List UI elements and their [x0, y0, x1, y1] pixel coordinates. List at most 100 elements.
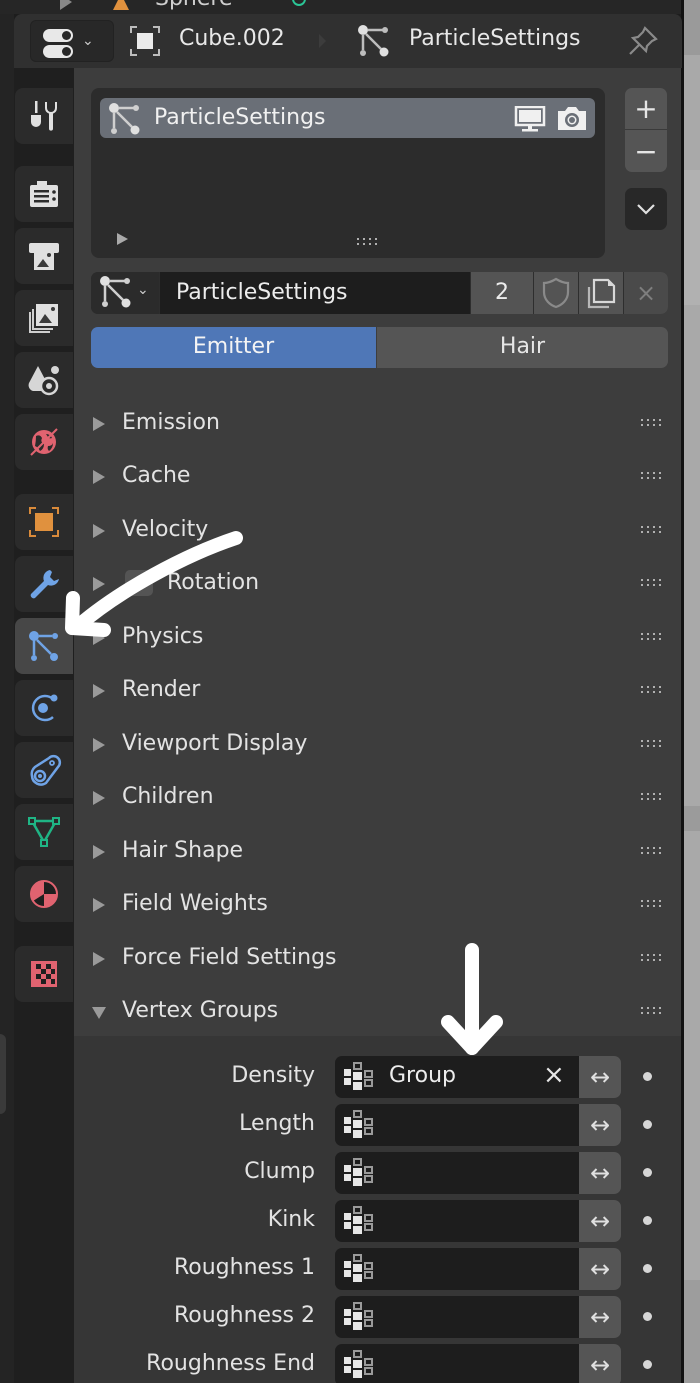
clear-vertex-group-button[interactable]: ×	[543, 1060, 565, 1090]
rotation-enable-checkbox[interactable]	[125, 570, 153, 596]
animate-property-dot[interactable]	[643, 1264, 652, 1273]
unlink-button[interactable]: ×	[624, 272, 668, 314]
particle-settings-name-field[interactable]: ParticleSettings	[160, 272, 470, 314]
panel-hair-shape[interactable]: Hair Shape	[74, 825, 681, 878]
list-item[interactable]: ParticleSettings	[100, 98, 595, 138]
panel-field-weights[interactable]: Field Weights	[74, 878, 681, 931]
tab-constraints[interactable]	[15, 742, 73, 798]
vertex-group-field[interactable]	[335, 1200, 579, 1242]
animate-property-dot[interactable]	[643, 1216, 652, 1225]
animate-property-dot[interactable]	[643, 1120, 652, 1129]
tab-modifiers[interactable]	[15, 556, 73, 612]
type-emitter-button[interactable]: Emitter	[91, 327, 376, 368]
invert-toggle-button[interactable]: ↔	[579, 1296, 621, 1338]
tab-object[interactable]	[15, 494, 73, 550]
expand-filter-icon[interactable]	[117, 233, 128, 245]
panel-force-field-settings[interactable]: Force Field Settings	[74, 932, 681, 985]
panel-label: Viewport Display	[122, 731, 308, 756]
drag-handle-icon[interactable]	[641, 686, 662, 693]
invert-toggle-button[interactable]: ↔	[579, 1200, 621, 1242]
tab-world[interactable]	[15, 414, 73, 470]
shield-icon	[542, 277, 570, 309]
panel-rotation[interactable]: Rotation	[74, 557, 681, 610]
drag-handle-icon[interactable]	[641, 633, 662, 640]
remove-particle-system-button[interactable]: −	[625, 130, 667, 172]
particles-icon	[108, 102, 142, 140]
animate-property-dot[interactable]	[643, 1360, 652, 1369]
breadcrumb-separator-icon	[319, 34, 326, 48]
view-layer-icon	[29, 304, 58, 333]
panel-label: Vertex Groups	[122, 998, 279, 1023]
fake-user-button[interactable]	[534, 272, 578, 314]
vertex-group-row: Roughness 2 ↔	[74, 1296, 681, 1340]
monitor-icon[interactable]	[514, 105, 546, 132]
constraints-icon	[30, 754, 62, 786]
tab-data[interactable]	[15, 804, 73, 860]
area-divider[interactable]	[681, 0, 684, 1383]
outliner-item-label[interactable]: Sphere	[155, 0, 233, 11]
invert-toggle-button[interactable]: ↔	[579, 1248, 621, 1290]
tab-output[interactable]	[15, 228, 73, 284]
animate-property-dot[interactable]	[643, 1168, 652, 1177]
expand-arrow-icon[interactable]	[60, 0, 72, 10]
vertex-group-row: Clump ↔	[74, 1152, 681, 1196]
drag-handle-icon[interactable]	[641, 740, 662, 747]
panel-velocity[interactable]: Velocity	[74, 504, 681, 557]
panel-emission[interactable]: Emission	[74, 397, 681, 450]
vertex-groups-content: Density Group × ↔ Length ↔ Clump ↔ Kink …	[74, 1036, 681, 1383]
animate-property-dot[interactable]	[643, 1072, 652, 1081]
collapsed-arrow-icon	[93, 791, 105, 805]
panel-cache[interactable]: Cache	[74, 450, 681, 503]
invert-toggle-button[interactable]: ↔	[579, 1056, 621, 1098]
tab-tool[interactable]	[15, 88, 73, 144]
panel-render[interactable]: Render	[74, 664, 681, 717]
outliner-strip: Sphere	[0, 0, 700, 14]
left-editor-edge	[0, 14, 14, 1383]
add-particle-system-button[interactable]: +	[625, 88, 667, 130]
invert-toggle-button[interactable]: ↔	[579, 1152, 621, 1194]
vertex-group-row: Density Group × ↔	[74, 1056, 681, 1100]
vertex-group-field[interactable]	[335, 1152, 579, 1194]
specials-menu-button[interactable]	[625, 188, 667, 230]
drag-handle-icon[interactable]	[641, 847, 662, 854]
pin-icon[interactable]	[626, 24, 660, 58]
resize-grip-icon[interactable]	[357, 234, 378, 245]
drag-handle-icon[interactable]	[641, 793, 662, 800]
panel-physics[interactable]: Physics	[74, 611, 681, 664]
vertex-group-field[interactable]	[335, 1248, 579, 1290]
drag-handle-icon[interactable]	[641, 579, 662, 586]
animate-property-dot[interactable]	[643, 1312, 652, 1321]
chevron-down-icon: ⌄	[82, 33, 94, 49]
panel-vertex-groups[interactable]: Vertex Groups	[74, 985, 681, 1038]
editor-type-button[interactable]: ⌄	[30, 20, 114, 62]
tab-physics[interactable]	[15, 680, 73, 736]
drag-handle-icon[interactable]	[641, 900, 662, 907]
tab-view-layer[interactable]	[15, 290, 73, 346]
camera-icon[interactable]	[556, 104, 588, 132]
drag-handle-icon[interactable]	[641, 1007, 662, 1014]
duplicate-button[interactable]	[579, 272, 623, 314]
tab-material[interactable]	[15, 866, 73, 922]
tab-scene[interactable]	[15, 352, 73, 408]
drag-handle-icon[interactable]	[641, 419, 662, 426]
vertex-group-field[interactable]	[335, 1296, 579, 1338]
panel-children[interactable]: Children	[74, 771, 681, 824]
tab-texture[interactable]	[15, 946, 73, 1002]
tab-render[interactable]	[15, 166, 73, 222]
invert-toggle-button[interactable]: ↔	[579, 1104, 621, 1146]
vertex-group-icon	[343, 1349, 377, 1383]
drag-handle-icon[interactable]	[641, 954, 662, 961]
vertex-group-field[interactable]	[335, 1344, 579, 1383]
drag-handle-icon[interactable]	[641, 472, 662, 479]
vertex-group-icon	[343, 1205, 377, 1241]
vertex-group-field[interactable]: Group ×	[335, 1056, 579, 1098]
invert-toggle-button[interactable]: ↔	[579, 1344, 621, 1383]
type-hair-button[interactable]: Hair	[377, 327, 668, 368]
vertex-group-icon	[343, 1301, 377, 1337]
drag-handle-icon[interactable]	[641, 526, 662, 533]
vertex-group-field[interactable]	[335, 1104, 579, 1146]
user-count-button[interactable]: 2	[471, 272, 533, 314]
tab-particles[interactable]	[15, 618, 73, 674]
panel-viewport-display[interactable]: Viewport Display	[74, 718, 681, 771]
browse-particle-settings-button[interactable]: ⌄	[91, 272, 159, 314]
